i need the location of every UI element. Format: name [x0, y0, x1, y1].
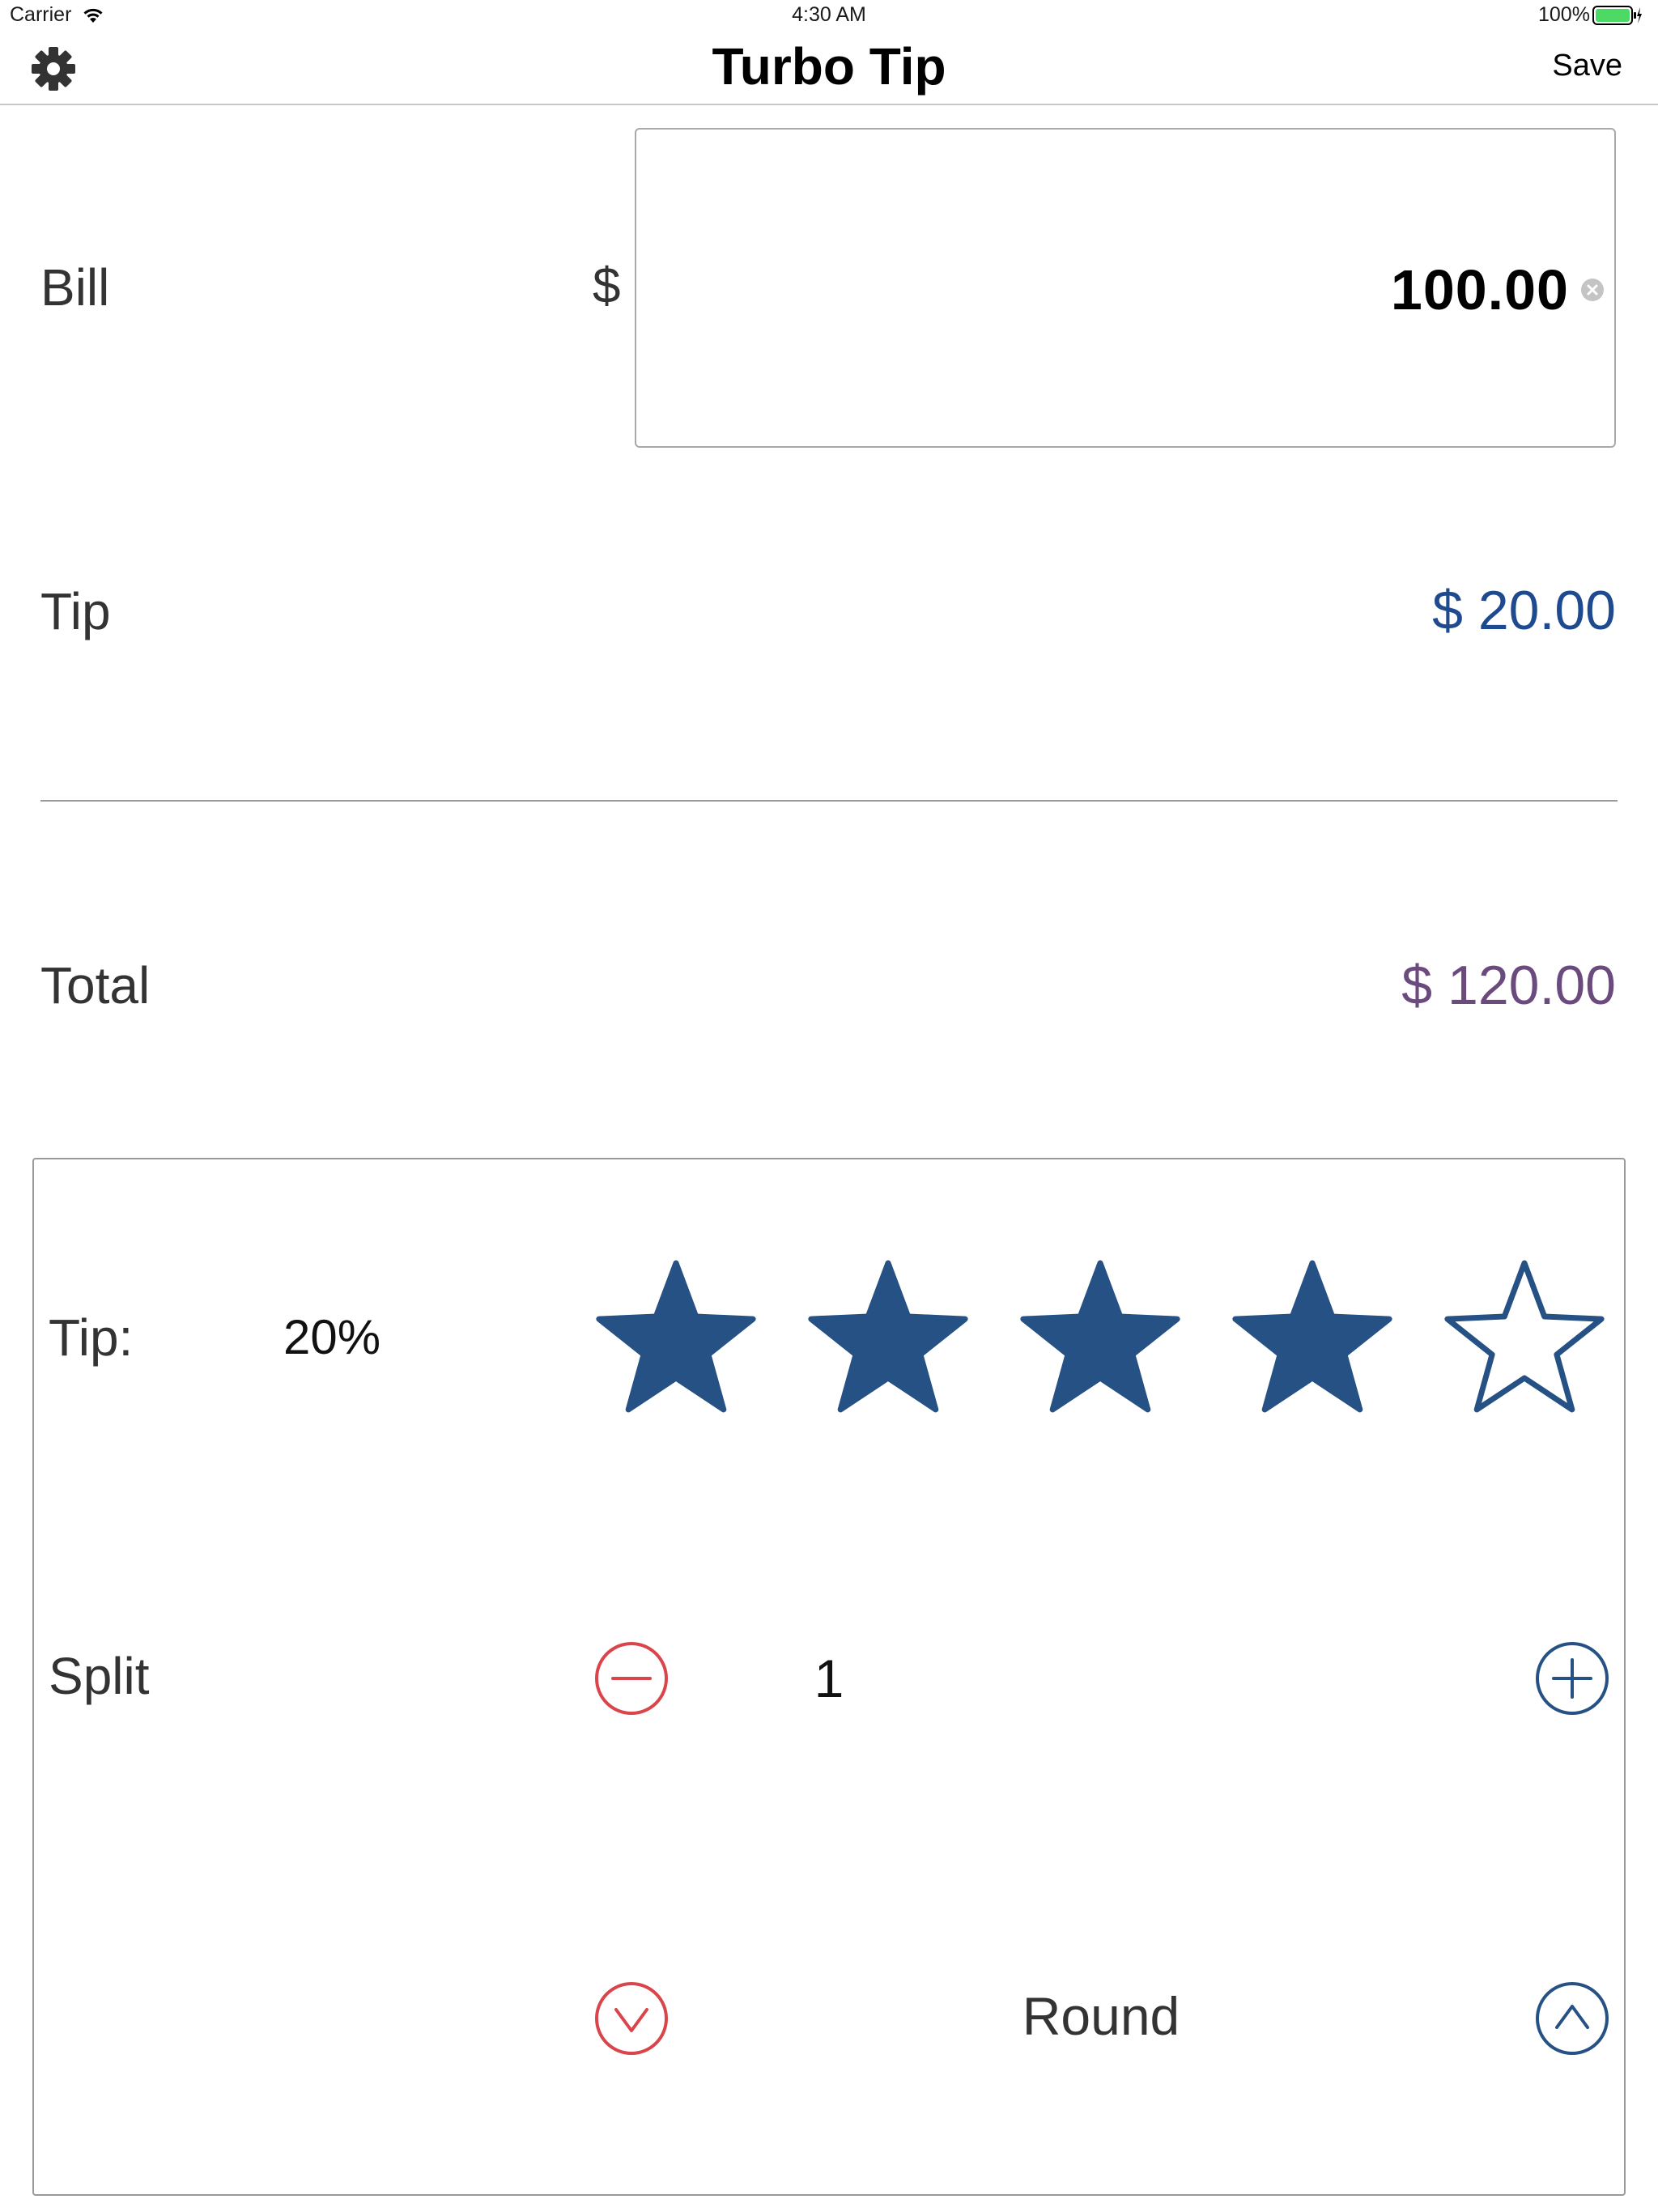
tip-percent-label: Tip: — [49, 1308, 134, 1367]
clear-icon[interactable] — [1580, 278, 1605, 302]
status-bar: Carrier 4:30 AM 100% — [0, 0, 1658, 32]
bill-label: Bill — [40, 258, 110, 317]
page-title: Turbo Tip — [712, 37, 946, 96]
battery-icon — [1592, 6, 1642, 25]
total-amount: $ 120.00 — [1401, 955, 1616, 1016]
tip-percent-value: 20% — [283, 1310, 381, 1364]
status-time: 4:30 AM — [792, 3, 866, 26]
tip-label: Tip — [40, 582, 111, 640]
round-up-button[interactable] — [1533, 1980, 1611, 2057]
split-count: 1 — [814, 1648, 844, 1708]
save-button[interactable]: Save — [1552, 49, 1622, 83]
battery-percent: 100% — [1538, 3, 1590, 26]
star-empty-icon[interactable] — [1439, 1255, 1609, 1425]
bill-currency-symbol: $ — [593, 258, 621, 314]
star-filled-icon[interactable] — [1227, 1255, 1397, 1425]
star-filled-icon[interactable] — [1015, 1255, 1185, 1425]
round-down-button[interactable] — [593, 1980, 670, 2057]
bill-input-value: 100.00 — [1390, 258, 1569, 321]
star-filled-icon[interactable] — [803, 1255, 973, 1425]
divider — [40, 800, 1618, 802]
star-filled-icon[interactable] — [591, 1255, 761, 1425]
split-increase-button[interactable] — [1533, 1640, 1611, 1717]
total-label: Total — [40, 956, 151, 1015]
round-label: Round — [1022, 1986, 1180, 2046]
navigation-bar: Turbo Tip Save — [0, 32, 1658, 105]
tip-amount: $ 20.00 — [1432, 580, 1616, 641]
bill-input[interactable]: 100.00 — [635, 128, 1616, 448]
